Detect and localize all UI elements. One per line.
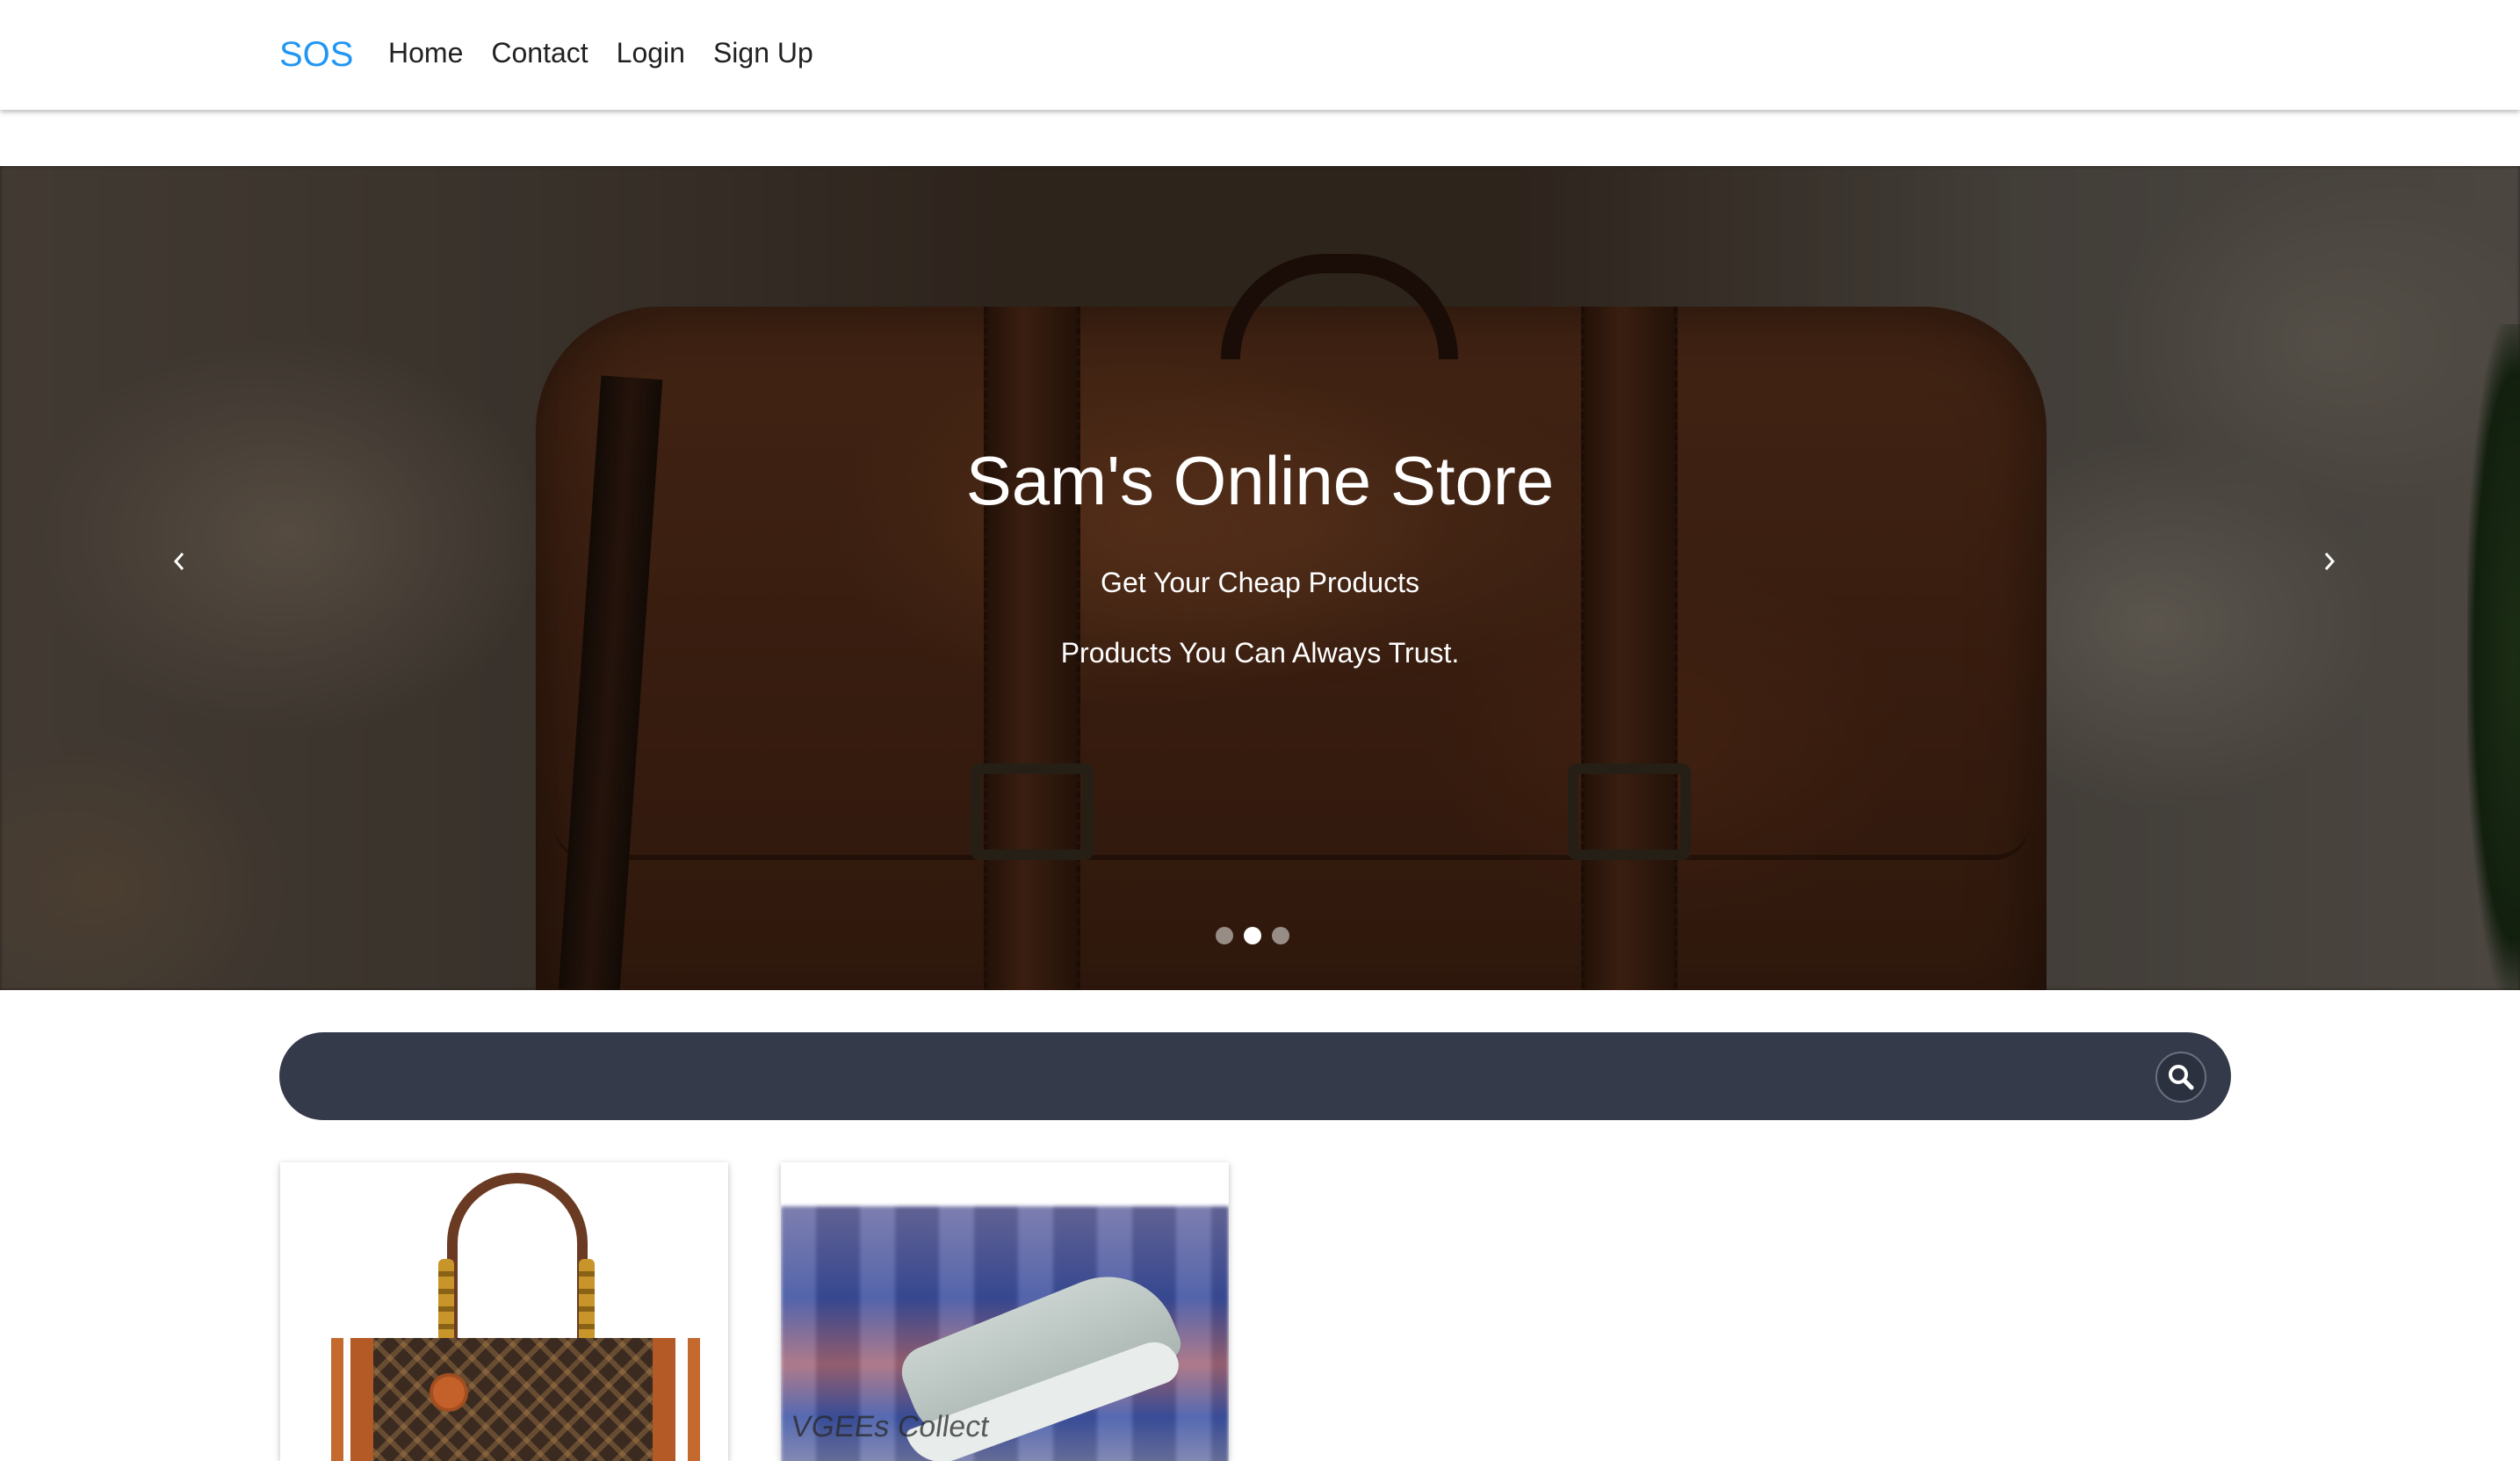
product-card-sneaker[interactable]: VGEEs Collect [781,1162,1229,1461]
nav-link-contact[interactable]: Contact [491,30,588,76]
nav-links: Home Contact Login Sign Up [388,30,841,76]
nav-link-signup[interactable]: Sign Up [713,30,813,76]
search-button[interactable] [2155,1052,2206,1103]
chevron-left-icon [173,553,184,570]
nav-link-login[interactable]: Login [617,30,685,76]
hero-subtitle: Get Your Cheap Products [1101,567,1419,598]
hero-title: Sam's Online Store [965,442,1555,519]
product-card-handbag[interactable] [280,1162,728,1461]
brand-logo[interactable]: SOS [279,30,353,79]
hero-carousel: Sam's Online Store Get Your Cheap Produc… [0,166,2520,990]
carousel-indicators [1216,927,1289,944]
carousel-indicator-1[interactable] [1216,927,1233,944]
carousel-next-button[interactable] [2303,535,2356,588]
hero-tagline: Products You Can Always Trust. [1060,637,1460,669]
search-input[interactable] [323,1050,2115,1103]
sneaker-image: VGEEs Collect [781,1162,1229,1461]
carousel-indicator-3[interactable] [1272,927,1289,944]
search-icon [2169,1065,2194,1090]
nav-link-home[interactable]: Home [388,30,463,76]
carousel-indicator-2[interactable] [1244,927,1261,944]
carousel-prev-button[interactable] [153,535,206,588]
navbar: SOS Home Contact Login Sign Up [0,0,2520,110]
chevron-right-icon [2324,553,2336,570]
image-watermark: VGEEs Collect [789,1410,992,1443]
search-bar [279,1032,2231,1120]
handbag-image [280,1162,728,1461]
